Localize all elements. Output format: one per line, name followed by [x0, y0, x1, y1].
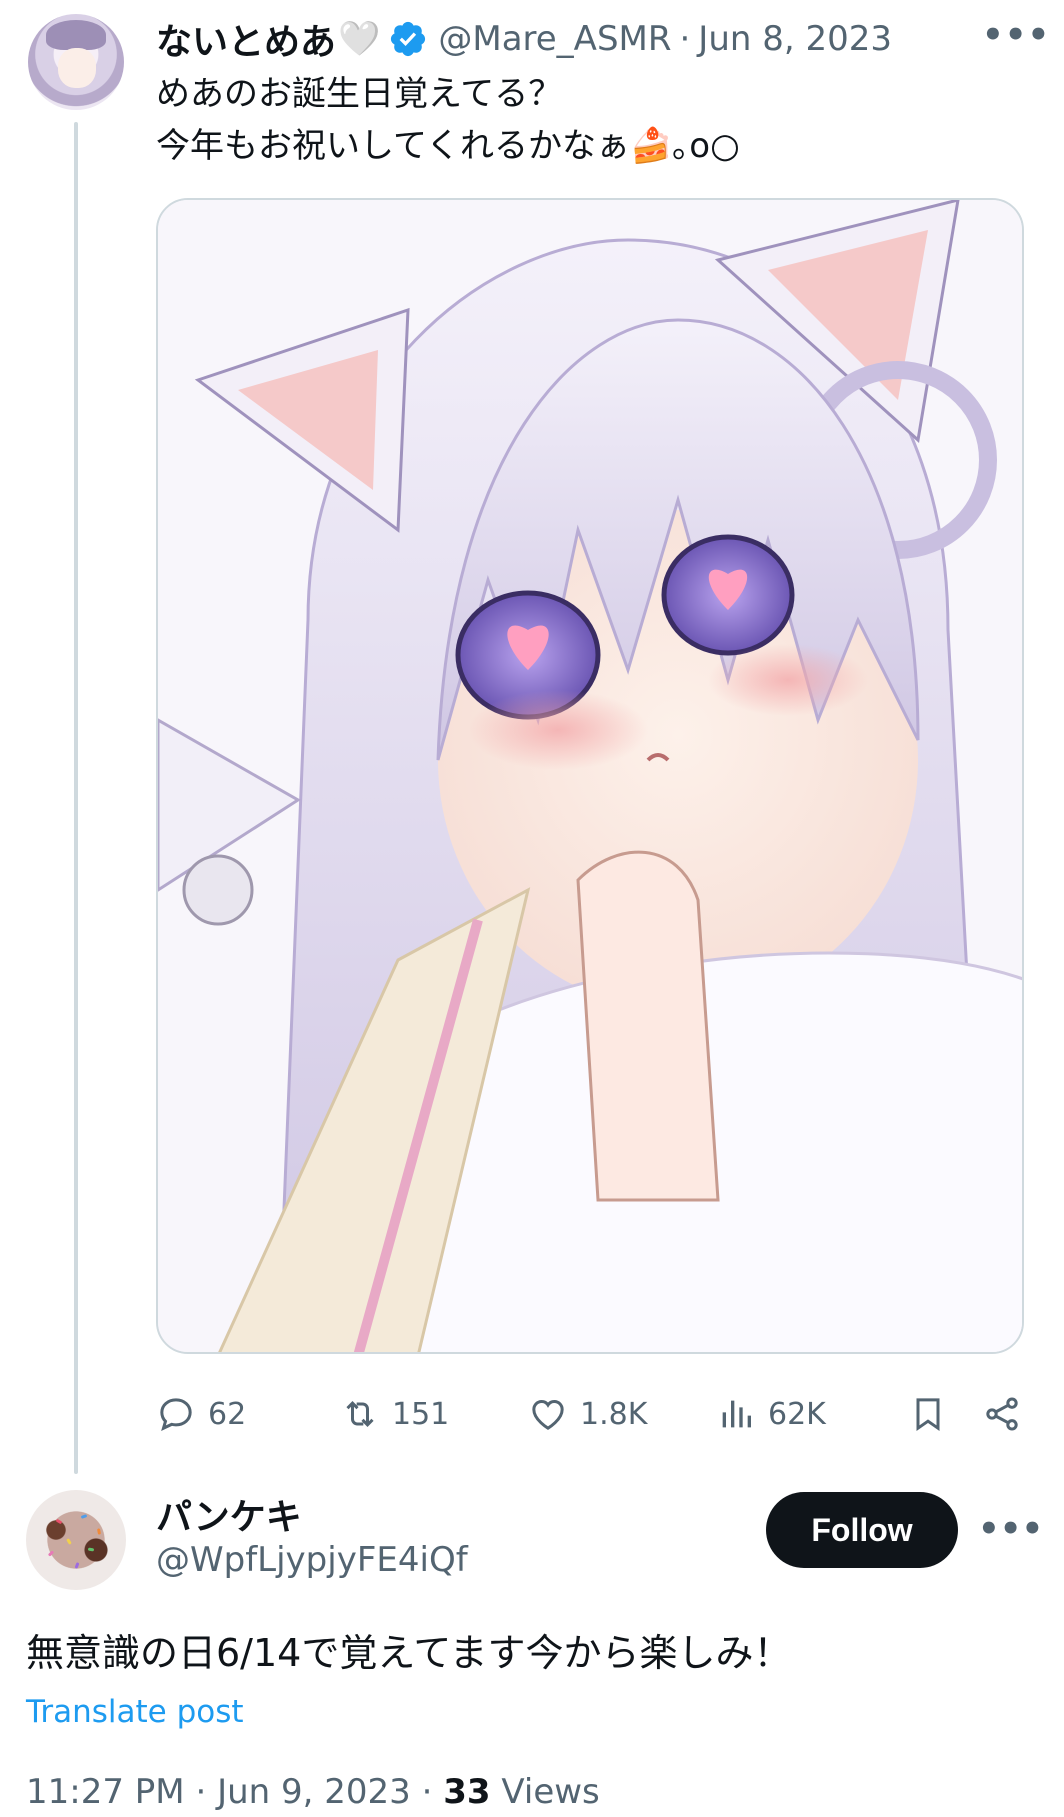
post-time[interactable]: 11:27 PM — [26, 1772, 185, 1812]
parent-handle[interactable]: @Mare_ASMR — [438, 19, 671, 59]
parent-more-icon[interactable]: ••• — [982, 18, 1049, 56]
verified-badge-icon[interactable] — [388, 19, 428, 59]
meta-separator: · — [195, 1772, 218, 1812]
analytics-icon — [722, 1400, 751, 1428]
reply-more-icon[interactable]: ••• — [978, 1512, 1043, 1550]
white-heart-icon: 🤍 — [338, 19, 381, 59]
reply-display-name[interactable]: パンケキ — [156, 1488, 302, 1540]
parent-post[interactable]: ないとめあ 🤍 @Mare_ASMR · Jun 8, 2023 ••• めあの… — [0, 0, 1064, 1474]
post-image[interactable] — [156, 198, 1024, 1354]
bookmark-icon — [916, 1398, 940, 1432]
share-icon — [986, 1397, 1018, 1431]
follow-button[interactable]: Follow — [766, 1492, 958, 1568]
repost-button[interactable]: 151 — [340, 1384, 449, 1444]
reply-icon — [160, 1398, 192, 1431]
reply-button[interactable]: 62 — [156, 1384, 246, 1444]
meta-separator: · — [421, 1772, 444, 1812]
post-metadata: 11:27 PM · Jun 9, 2023 · 33 Views — [26, 1772, 600, 1812]
parent-post-header: ないとめあ 🤍 @Mare_ASMR · Jun 8, 2023 — [156, 14, 892, 64]
bookmark-button[interactable] — [908, 1384, 948, 1444]
heart-icon — [532, 1399, 564, 1430]
reply-count: 62 — [208, 1396, 247, 1432]
views-button[interactable]: 62K — [716, 1384, 826, 1444]
repost-icon — [346, 1401, 374, 1427]
view-count: 62K — [768, 1396, 826, 1432]
reply-handle[interactable]: @WpfLjypjyFE4iQf — [156, 1540, 468, 1580]
illustration-image — [158, 200, 1022, 1352]
reply-avatar[interactable] — [26, 1490, 126, 1590]
post-date[interactable]: Jun 9, 2023 — [217, 1772, 411, 1812]
share-button[interactable] — [982, 1384, 1022, 1444]
parent-post-text: めあのお誕生日覚えてる？ 今年もお祝いしてくれるかなぁ🍰｡o○ — [156, 74, 740, 166]
reply-post-text: 無意識の日6/14で覚えてます今から楽しみ！ — [26, 1631, 792, 1675]
translate-post-link[interactable]: Translate post — [26, 1694, 244, 1730]
repost-count: 151 — [392, 1396, 450, 1432]
like-count: 1.8K — [580, 1396, 648, 1432]
post-action-bar: 62 151 1.8K 62K — [156, 1384, 1032, 1444]
view-count-number: 33 — [443, 1772, 491, 1812]
header-separator: · — [679, 19, 691, 59]
thread-connector-line — [74, 122, 78, 1474]
parent-date[interactable]: Jun 8, 2023 — [698, 19, 892, 59]
like-button[interactable]: 1.8K — [528, 1384, 647, 1444]
views-label: Views — [501, 1772, 600, 1812]
parent-avatar[interactable] — [28, 14, 124, 110]
parent-display-name[interactable]: ないとめあ — [156, 13, 336, 65]
